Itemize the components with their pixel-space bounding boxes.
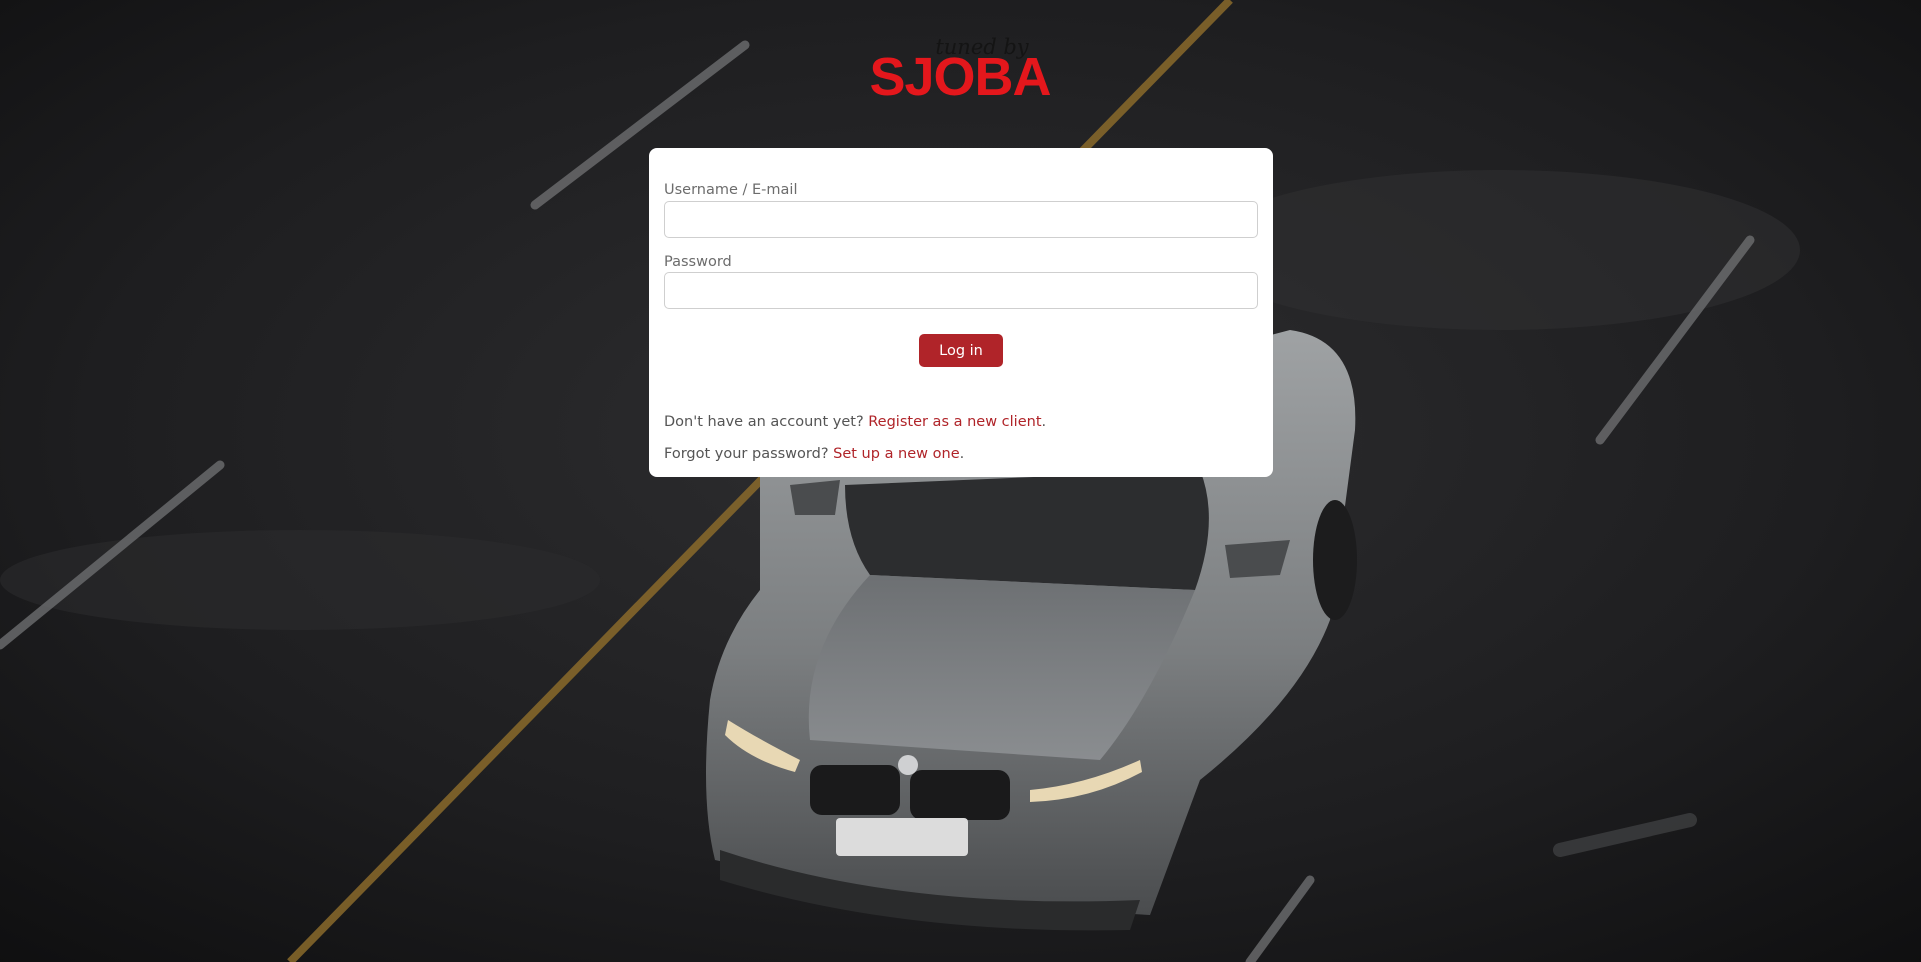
password-label: Password (664, 253, 732, 270)
login-card: Username / E-mail Password Log in Don't … (649, 148, 1273, 477)
register-link[interactable]: Register as a new client (868, 414, 1041, 430)
username-label: Username / E-mail (664, 182, 798, 198)
background-car-photo (0, 0, 1921, 962)
register-prompt: Don't have an account yet? Register as a… (664, 415, 1258, 430)
password-input[interactable] (664, 272, 1258, 309)
login-button-row: Log in (664, 334, 1258, 367)
register-prompt-text: Don't have an account yet? (664, 414, 864, 430)
logo-brand-text: SJOBA (869, 47, 1050, 104)
reset-password-link[interactable]: Set up a new one (833, 446, 959, 462)
forgot-password-prompt: Forgot your password? Set up a new one. (664, 445, 1258, 462)
sjoba-logo: tuned by SJOBA (869, 35, 1051, 104)
forgot-suffix: . (959, 445, 965, 462)
register-suffix: . (1041, 414, 1047, 430)
forgot-prompt-text: Forgot your password? (664, 445, 829, 462)
login-button[interactable]: Log in (919, 334, 1003, 367)
username-input[interactable] (664, 200, 1258, 238)
